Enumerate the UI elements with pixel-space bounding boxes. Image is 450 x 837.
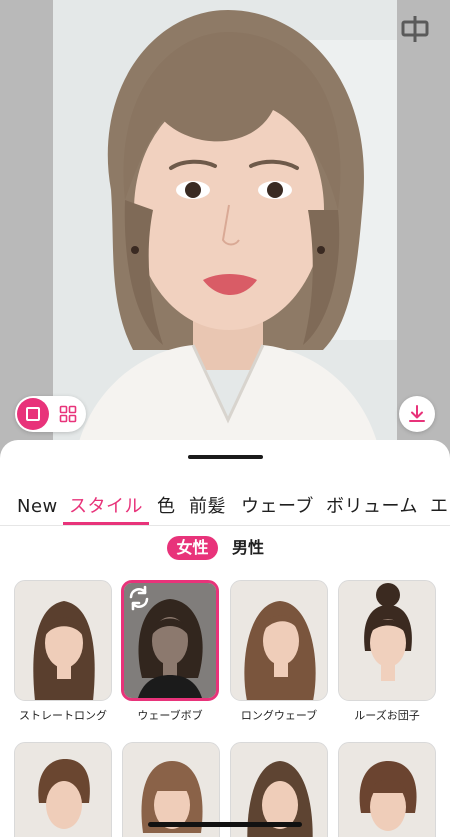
style-label: ロングウェーブ xyxy=(240,709,318,722)
tab-wave[interactable]: ウェーブ xyxy=(241,488,314,526)
grid-view-icon[interactable] xyxy=(55,401,81,427)
tab-bangs[interactable]: 前髪 xyxy=(189,488,226,526)
chinese-char-icon[interactable] xyxy=(400,14,430,44)
selected-overlay xyxy=(124,583,216,698)
style-card-straight-long[interactable] xyxy=(14,580,112,701)
tab-new[interactable]: New xyxy=(17,488,58,526)
tabs-divider xyxy=(0,525,450,526)
style-label: ルーズお団子 xyxy=(354,709,420,722)
style-label: ウェーブボブ xyxy=(137,709,203,722)
sheet-drag-handle[interactable] xyxy=(188,455,263,459)
style-label: ストレートロング xyxy=(19,709,107,722)
download-button[interactable] xyxy=(399,396,435,432)
style-card-long-wave[interactable] xyxy=(230,580,328,701)
refresh-icon xyxy=(129,585,149,611)
single-view-icon[interactable] xyxy=(17,398,49,430)
gender-male-toggle[interactable]: 男性 xyxy=(232,536,264,560)
style-bottom-sheet: New スタイル 色 前髪 ウェーブ ボリューム エ 女性 男性 ストレートロン… xyxy=(0,440,450,837)
download-icon xyxy=(409,405,425,422)
portrait-photo xyxy=(53,0,397,470)
home-indicator xyxy=(148,822,302,827)
photo-preview xyxy=(0,0,450,470)
tab-style[interactable]: スタイル xyxy=(69,488,143,526)
style-card-loose-bun[interactable] xyxy=(338,580,436,701)
tab-volume[interactable]: ボリューム xyxy=(326,488,418,526)
tab-color[interactable]: 色 xyxy=(157,488,176,526)
gender-female-toggle[interactable]: 女性 xyxy=(167,536,218,560)
view-mode-toggle[interactable] xyxy=(15,396,86,432)
category-tabs: New スタイル 色 前髪 ウェーブ ボリューム エ xyxy=(0,488,450,526)
style-card-short[interactable] xyxy=(14,742,112,837)
tab-more[interactable]: エ xyxy=(430,488,449,526)
style-card-wave-bob[interactable] xyxy=(121,580,219,701)
style-card-short-curly[interactable] xyxy=(338,742,436,837)
